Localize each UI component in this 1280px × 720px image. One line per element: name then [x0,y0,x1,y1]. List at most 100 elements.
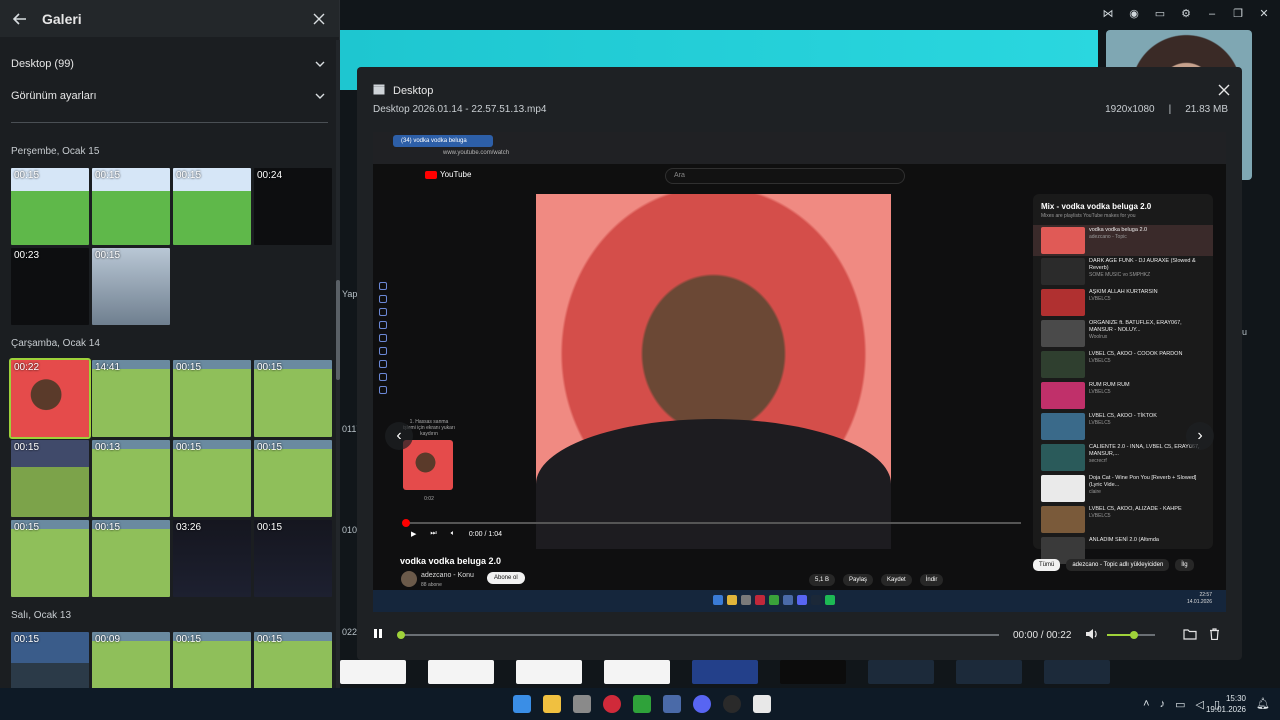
recorded-time: 22:57 [1199,592,1212,598]
next-arrow-icon[interactable]: › [1186,422,1214,450]
browser-tab: (34) vodka vodka beluga [393,135,493,147]
microphone-icon[interactable]: ♪ [1160,698,1166,711]
video-frame[interactable]: (34) vodka vodka beluga www.youtube.com/… [373,132,1226,612]
scrollbar-track[interactable] [336,40,340,720]
capcut-icon[interactable] [753,695,771,713]
windows-start-icon[interactable] [513,695,531,713]
film-thumb[interactable] [1044,660,1110,684]
video-thumbnail[interactable]: 00:15 [173,360,251,437]
youtube-playlist: Mix - vodka vodka beluga 2.0 Mixes are p… [1033,194,1213,564]
playlist-item: AŞKIM ALLAH KURTARSIN LVBELC5 [1033,287,1213,318]
source-dropdown[interactable]: Desktop (99) [0,48,339,80]
seek-bar[interactable] [397,631,999,639]
chat-icon[interactable]: ▭ [1154,8,1166,20]
film-thumb[interactable] [428,660,494,684]
youtube-chips: Tümü adezcano - Topic adlı yükleyiciden … [1033,559,1194,571]
playlist-thumb [1041,227,1085,254]
film-thumb[interactable] [340,660,406,684]
file-explorer-icon[interactable] [543,695,561,713]
film-thumb[interactable] [604,660,670,684]
folder-icon[interactable] [1183,628,1197,643]
time-display: 00:00 / 00:22 [1013,629,1072,641]
thumbnail-duration: 14:41 [95,362,121,373]
youtube-subs: 88 abone [421,582,442,588]
video-thumbnail[interactable]: 00:23 [11,248,89,325]
playlist-text: vodka vodka beluga 2.0 adezcano - Topic [1089,227,1147,254]
share-icon[interactable]: ⋈ [1102,8,1114,20]
settings-icon[interactable]: ⚙ [1180,8,1192,20]
film-thumb[interactable] [516,660,582,684]
video-thumbnail[interactable]: 00:15 [92,520,170,597]
opera-icon[interactable] [603,695,621,713]
pause-icon[interactable] [373,628,387,642]
video-thumbnail[interactable]: 00:15 [173,440,251,517]
playlist-thumb [1041,382,1085,409]
thumbnail-duration: 00:13 [95,442,121,453]
video-thumbnail[interactable]: 00:15 [254,520,332,597]
film-thumb[interactable] [956,660,1022,684]
minimize-icon[interactable]: – [1206,8,1218,20]
thumbnail-duration: 00:15 [14,170,40,181]
video-thumbnail[interactable]: 03:26 [173,520,251,597]
playlist-subtitle: Mixes are playlists YouTube makes for yo… [1041,213,1136,219]
playlist-thumb [1041,258,1085,285]
youtube-logo-text: YouTube [440,170,472,179]
film-thumb[interactable] [868,660,934,684]
volume-icon[interactable] [1085,628,1099,643]
spotify-icon [825,595,835,605]
seek-knob[interactable] [397,631,405,639]
thumbnail-duration: 00:15 [95,522,121,533]
video-thumbnail[interactable]: 00:15 [254,360,332,437]
film-thumb[interactable] [780,660,846,684]
app-icon [783,595,793,605]
close-icon[interactable] [1216,82,1232,98]
play-circle-icon[interactable]: ◉ [1128,8,1140,20]
film-thumb[interactable] [692,660,758,684]
volume-slider[interactable] [1107,631,1156,639]
player-right-actions [1183,627,1220,643]
notification-bell-icon[interactable]: 🔔︎ [1256,697,1270,710]
window-close-icon[interactable]: ✕ [1258,8,1270,20]
video-thumbnail[interactable]: 00:15 [92,168,170,245]
video-thumbnail[interactable]: 00:24 [254,168,332,245]
video-thumbnail[interactable]: 00:15 [92,248,170,325]
video-thumbnail[interactable]: 00:15 [11,440,89,517]
steam-icon[interactable] [723,695,741,713]
preview-title-row: Desktop [373,84,433,98]
source-label: Desktop (99) [11,58,74,70]
network-icon[interactable]: ▭ [1175,698,1185,711]
view-settings-dropdown[interactable]: Görünüm ayarları [0,80,339,112]
youtube-video [536,194,891,549]
playlist-title: Mix - vodka vodka beluga 2.0 [1041,202,1152,211]
preview-modal: Desktop Desktop 2026.01.14 - 22.57.51.13… [357,67,1242,660]
video-thumbnail[interactable]: 00:22 [9,358,91,439]
trash-icon[interactable] [1209,627,1220,643]
save-action: Kaydet [881,574,912,586]
store-icon[interactable] [573,695,591,713]
video-thumbnail[interactable]: 00:13 [92,440,170,517]
video-thumbnail[interactable]: 00:15 [11,168,89,245]
previous-arrow-icon[interactable]: ‹ [385,422,413,450]
volume-knob[interactable] [1129,631,1138,639]
maximize-icon[interactable]: ❐ [1232,8,1244,20]
playlist-text: LVBEL C5, AKDO - COOOK PARDON LVBELC5 [1089,351,1182,378]
playlist-item-title: LVBEL C5, AKDO - COOOK PARDON [1089,351,1183,357]
back-arrow-icon[interactable] [12,11,28,27]
speaker-icon[interactable]: ◁ [1195,698,1203,711]
discord-icon[interactable] [693,695,711,713]
download-action: İndir [919,574,944,586]
filmstrip [340,660,1280,684]
close-icon[interactable] [311,11,327,27]
side-icon [379,334,387,342]
video-thumbnail[interactable]: 14:41 [92,360,170,437]
video-thumbnail[interactable]: 00:15 [254,440,332,517]
video-thumbnail[interactable]: 00:15 [11,520,89,597]
taskbar-clock[interactable]: 15:30 19.01.2026 [1206,693,1246,715]
xbox-icon[interactable] [633,695,651,713]
chevron-up-icon[interactable]: ˄ [1143,698,1149,711]
app-icon[interactable] [663,695,681,713]
video-thumbnail[interactable]: 00:15 [173,168,251,245]
playlist-item-channel: LVBELC5 [1089,296,1111,302]
opera-icon [755,595,765,605]
scrollbar-thumb[interactable] [336,280,340,380]
